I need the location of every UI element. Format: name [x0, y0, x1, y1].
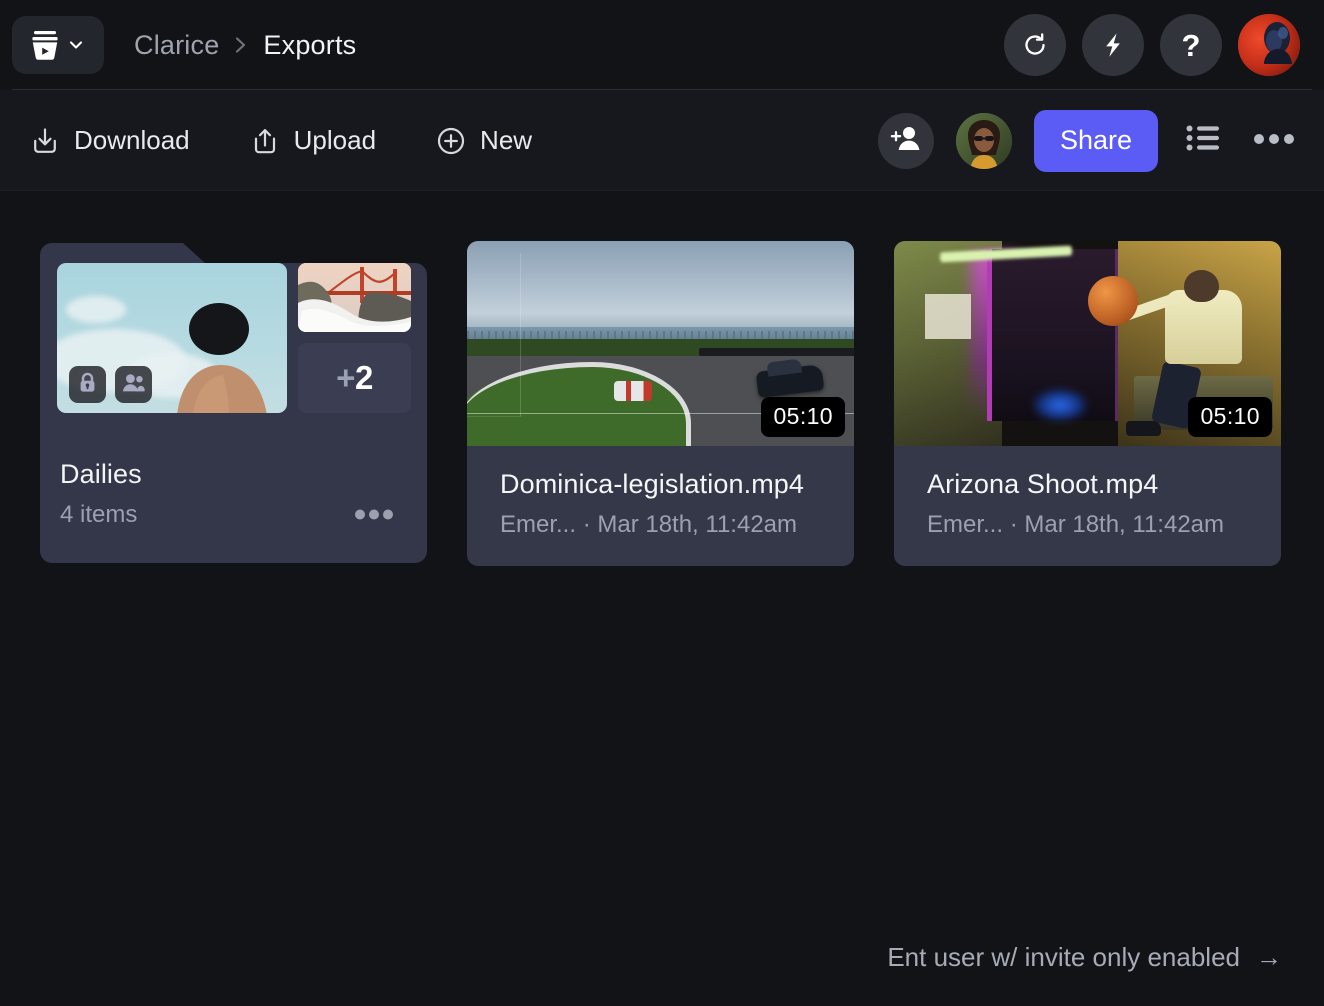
asset-title: Dominica-legislation.mp4: [500, 469, 805, 499]
add-collaborator-button[interactable]: [877, 112, 934, 169]
asset-subtitle: Emer... · Mar 18th, 11:42am: [927, 511, 1225, 538]
person-against-sky-thumbnail: [57, 263, 287, 413]
download-label: Download: [74, 125, 190, 155]
overflow-number: 2: [354, 359, 373, 396]
view-toggle-button[interactable]: [1180, 118, 1226, 163]
people-icon: [122, 373, 145, 397]
folder-card[interactable]: +2 Dailies 4 items: [40, 241, 427, 563]
footer-note-text: Ent user w/ invite only enabled: [887, 942, 1240, 972]
question-mark-icon: ?: [1181, 27, 1201, 63]
new-button[interactable]: New: [426, 119, 542, 162]
duration-badge: 05:10: [1188, 397, 1272, 437]
new-label: New: [480, 125, 533, 155]
asset-card[interactable]: 05:10 Arizona Shoot.mp4 Emer... · Mar 18…: [894, 241, 1281, 566]
chevron-down-icon: [66, 35, 86, 55]
upload-button[interactable]: Upload: [240, 119, 386, 162]
folder-title: Dailies: [60, 459, 142, 489]
app-header: Clarice Exports ?: [0, 0, 1324, 90]
duration-badge: 05:10: [761, 397, 845, 437]
upload-icon: [250, 126, 280, 156]
asset-subtitle: Emer... · Mar 18th, 11:42am: [500, 511, 798, 538]
overflow-plus-sign: +: [336, 359, 355, 396]
more-horizontal-icon: [1254, 132, 1294, 150]
content-area: +2 Dailies 4 items 05:10 Dominica-legisl…: [0, 191, 1324, 1006]
asset-card[interactable]: 05:10 Dominica-legislation.mp4 Emer... ·…: [467, 241, 854, 566]
asset-title: Arizona Shoot.mp4: [927, 469, 1159, 499]
help-button[interactable]: ?: [1160, 14, 1222, 76]
workspace-switcher-button[interactable]: [12, 16, 104, 74]
asset-meta: Dominica-legislation.mp4 Emer... · Mar 1…: [467, 446, 854, 539]
refresh-icon: [1021, 31, 1049, 59]
folder-status-badges: [69, 366, 152, 403]
breadcrumb-parent[interactable]: Clarice: [134, 30, 219, 61]
list-view-icon: [1186, 124, 1220, 157]
header-actions: ?: [1004, 14, 1300, 76]
share-button[interactable]: Share: [1033, 109, 1158, 172]
more-options-button[interactable]: [1248, 126, 1300, 156]
folder-meta: Dailies 4 items: [57, 413, 410, 529]
toolbar-right-actions: Share: [877, 109, 1300, 172]
folder-more-options-button[interactable]: [355, 507, 393, 525]
footer-note[interactable]: Ent user w/ invite only enabled →: [887, 942, 1282, 973]
lightning-button[interactable]: [1082, 14, 1144, 76]
upload-label: Upload: [293, 125, 377, 155]
breadcrumb: Clarice Exports: [134, 30, 356, 61]
user-avatar[interactable]: [1238, 14, 1300, 76]
download-icon: [30, 126, 60, 156]
locked-badge: [69, 366, 106, 403]
add-person-icon: [890, 123, 922, 158]
folder-thumbnail-strip: +2: [57, 263, 411, 413]
asset-grid: +2 Dailies 4 items 05:10 Dominica-legisl…: [40, 241, 1284, 566]
arrow-right-icon: →: [1256, 942, 1282, 972]
asset-meta: Arizona Shoot.mp4 Emer... · Mar 18th, 11…: [894, 446, 1281, 539]
shared-badge: [115, 366, 152, 403]
plus-circle-icon: [436, 126, 466, 156]
lock-icon: [78, 372, 97, 398]
neon-basketball-thumbnail: 05:10: [894, 241, 1281, 446]
action-toolbar: Download Upload New Share: [0, 90, 1324, 191]
lightning-bolt-icon: [1099, 31, 1127, 59]
refresh-button[interactable]: [1004, 14, 1066, 76]
folder-overflow-count: +2: [298, 343, 411, 413]
breadcrumb-current[interactable]: Exports: [263, 30, 356, 61]
golden-gate-bridge-thumbnail: [298, 263, 411, 332]
collaborator-avatar[interactable]: [955, 112, 1012, 169]
download-button[interactable]: Download: [20, 119, 200, 162]
breadcrumb-separator-icon: [233, 34, 249, 56]
frameio-bucket-play-icon: [30, 29, 60, 61]
racetrack-car-thumbnail: 05:10: [467, 241, 854, 446]
more-horizontal-icon: [355, 507, 393, 524]
